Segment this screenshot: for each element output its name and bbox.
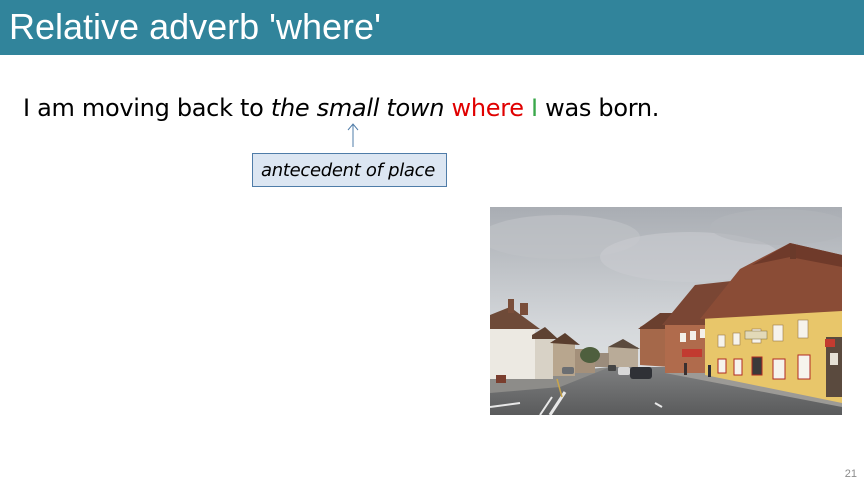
town-street-photo [490,207,842,415]
antecedent-label-box: antecedent of place [252,153,447,187]
page-number: 21 [844,468,857,480]
antecedent-text: the small town [270,94,445,122]
antecedent-label: antecedent of place [261,160,436,181]
sentence-space [524,94,531,122]
relative-adverb-text: where [451,94,524,122]
sentence-part2: was born. [537,94,660,122]
subject-text: I [531,94,538,122]
town-street-image [490,207,842,415]
slide-title: Relative adverb 'where' [9,6,381,47]
title-bar: Relative adverb 'where' [0,0,864,55]
sentence-part1: I am moving back to [23,94,271,122]
example-sentence: I am moving back to the small town where… [23,93,659,123]
up-arrow-icon [347,123,359,147]
